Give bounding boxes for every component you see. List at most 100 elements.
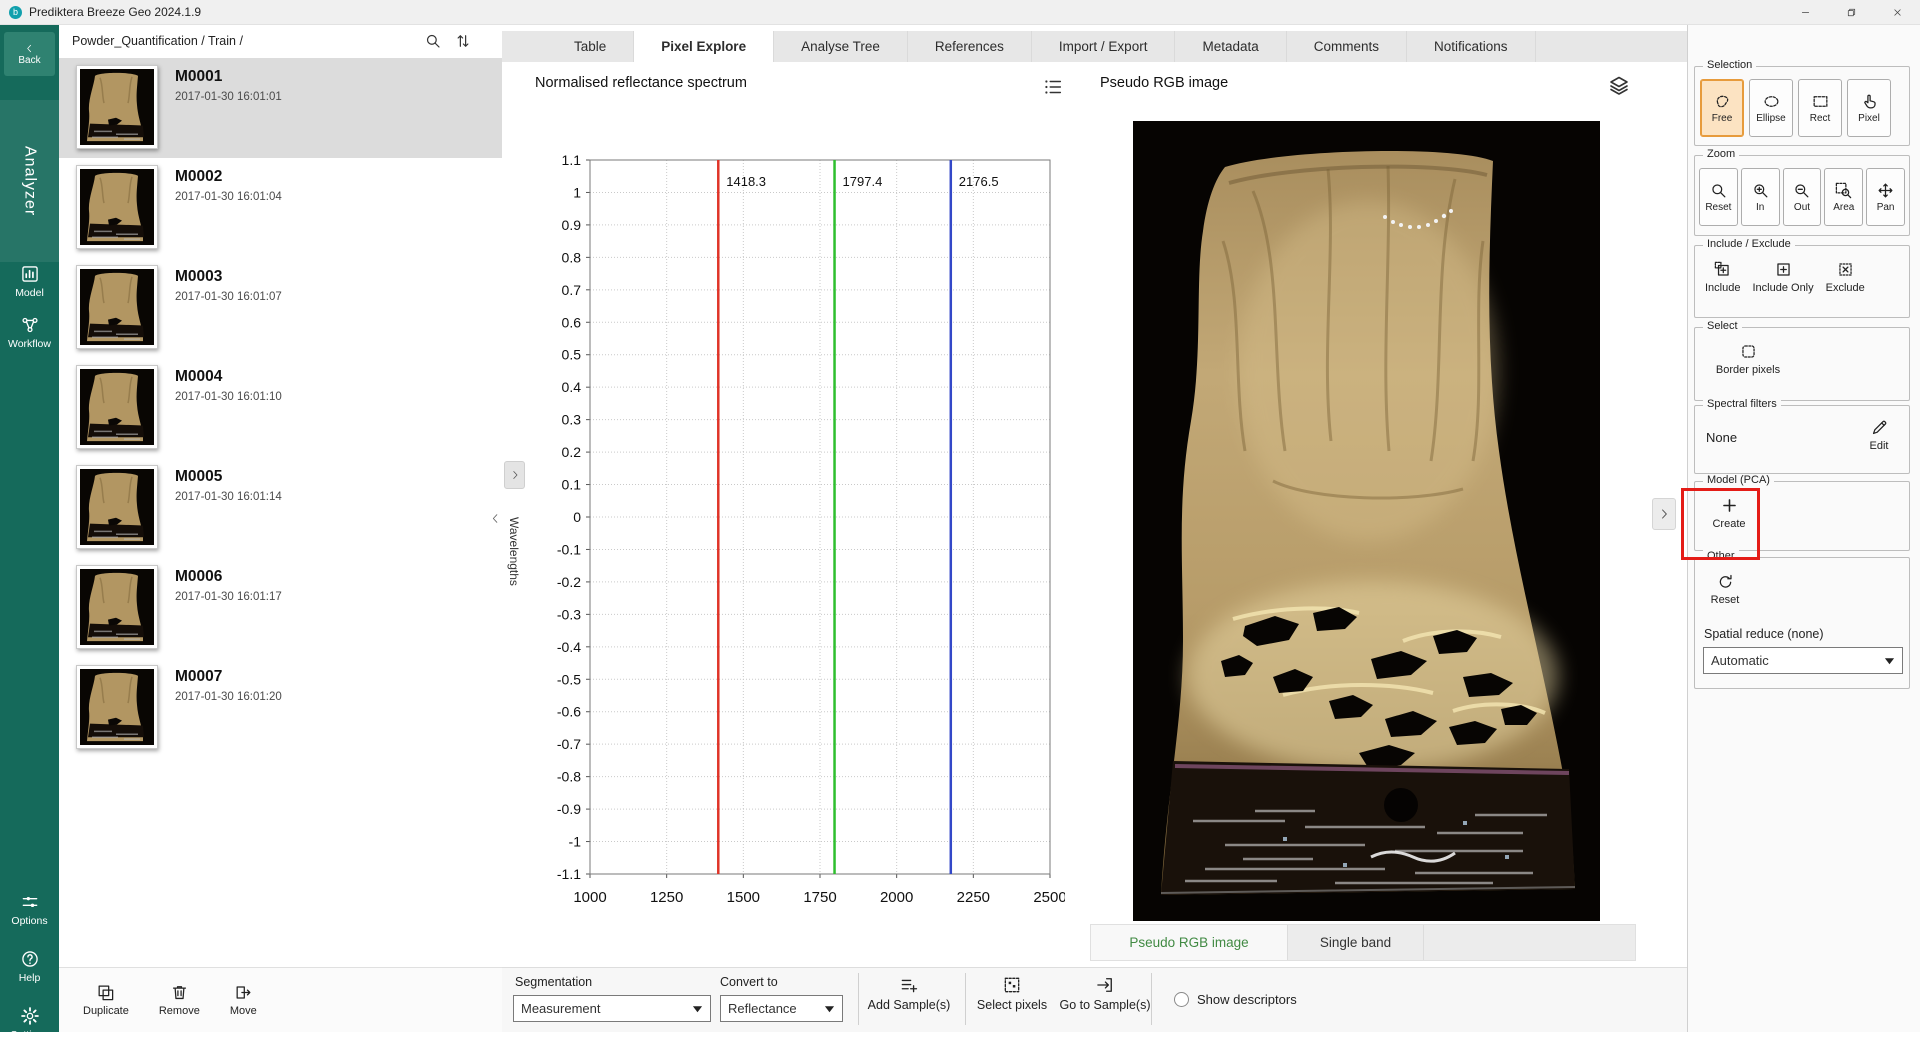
tab-single-band[interactable]: Single band [1288,925,1424,960]
add-samples-icon [899,975,919,995]
tab-notifications[interactable]: Notifications [1407,31,1536,62]
reset-button[interactable]: Reset [1701,572,1749,606]
back-button[interactable]: Back [4,32,55,76]
tab-import-export[interactable]: Import / Export [1032,31,1176,62]
svg-text:-0.7: -0.7 [557,736,581,752]
include-button[interactable]: Include [1705,260,1740,294]
rail-item-analyzer[interactable]: Analyzer [0,100,59,262]
select-pixels-button[interactable]: Select pixels [972,975,1052,1012]
zoom-out-icon [1792,181,1811,200]
tab-metadata[interactable]: Metadata [1175,31,1286,62]
minimize-button[interactable] [1782,0,1828,24]
chevron-left-icon [24,43,35,54]
create-model-button[interactable]: Create [1703,496,1755,530]
sample-name: M0004 [175,368,222,386]
segmentation-dropdown[interactable]: Measurement [513,995,711,1022]
sample-m0003[interactable]: M0003 2017-01-30 16:01:07 [59,258,502,358]
select-group: Select Border pixels [1694,327,1910,401]
titlebar: b Prediktera Breeze Geo 2024.1.9 [0,0,1920,25]
pixel-button[interactable]: Pixel [1847,79,1891,137]
svg-text:1797.4: 1797.4 [843,174,883,189]
pixel-select-icon [1860,92,1879,111]
sample-m0007[interactable]: M0007 2017-01-30 16:01:20 [59,658,502,758]
caret-down-icon [686,1005,703,1013]
sample-m0001[interactable]: M0001 2017-01-30 16:01:01 [59,58,502,158]
tab-bar: TablePixel ExploreAnalyse TreeReferences… [502,31,1687,62]
area-button[interactable]: Area [1824,168,1863,226]
search-icon[interactable] [424,32,442,50]
rect-button[interactable]: Rect [1798,79,1842,137]
wavelengths-expand-button[interactable] [504,461,525,489]
analyzer-label: Analyzer [21,146,39,216]
sample-thumbnail [76,665,158,749]
tab-references[interactable]: References [908,31,1032,62]
tab-analyse-tree[interactable]: Analyse Tree [774,31,908,62]
spectral-filters-group: Spectral filters None Edit [1694,405,1910,474]
convert-to-dropdown[interactable]: Reflectance [720,995,843,1022]
plus-icon [1720,496,1739,515]
border-pixels-button[interactable]: Border pixels [1703,342,1793,376]
rail-item-model[interactable]: Model [0,264,59,299]
sort-icon[interactable] [454,32,472,50]
svg-text:0.9: 0.9 [562,217,582,233]
in-button[interactable]: In [1741,168,1780,226]
breadcrumb[interactable]: Powder_Quantification / Train / [72,34,243,48]
add-samples-button[interactable]: Add Sample(s) [863,975,955,1012]
out-button[interactable]: Out [1783,168,1822,226]
spatial-reduce-dropdown[interactable]: Automatic [1703,647,1903,674]
svg-text:1500: 1500 [727,889,760,906]
show-descriptors-toggle[interactable]: Show descriptors [1174,992,1297,1007]
tab-comments[interactable]: Comments [1287,31,1407,62]
collapse-tools-panel-button[interactable] [1652,498,1676,530]
svg-text:0.8: 0.8 [562,249,582,265]
sample-m0002[interactable]: M0002 2017-01-30 16:01:04 [59,158,502,258]
maximize-button[interactable] [1828,0,1874,24]
move-button[interactable]: Move [230,983,257,1017]
rail-item-settings[interactable]: Settings [0,1006,59,1041]
sample-m0005[interactable]: M0005 2017-01-30 16:01:14 [59,458,502,558]
svg-text:0.4: 0.4 [562,379,582,395]
svg-text:1000: 1000 [573,889,606,906]
wavelengths-tab[interactable]: Wavelengths [503,494,525,609]
sample-timestamp: 2017-01-30 16:01:20 [175,691,282,703]
include-only-button[interactable]: Include Only [1752,260,1813,294]
show-descriptors-radio[interactable] [1174,992,1189,1007]
rail-item-workflow[interactable]: Workflow [0,315,59,350]
pseudo-rgb-image[interactable] [1133,121,1600,921]
sample-thumbnail [76,265,158,349]
rail-item-help[interactable]: Help [0,949,59,984]
exclude-icon [1836,260,1855,279]
exclude-button[interactable]: Exclude [1826,260,1865,294]
goto-samples-button[interactable]: Go to Sample(s) [1057,975,1153,1012]
free-button[interactable]: Free [1700,79,1744,137]
reset-button[interactable]: Reset [1699,168,1738,226]
collapse-panel-button[interactable] [487,503,503,533]
list-icon[interactable] [1042,76,1064,98]
svg-text:-0.8: -0.8 [557,769,581,785]
sample-timestamp: 2017-01-30 16:01:14 [175,491,282,503]
pan-button[interactable]: Pan [1866,168,1905,226]
separator [965,973,966,1025]
sample-timestamp: 2017-01-30 16:01:17 [175,591,282,603]
spectrum-chart[interactable]: 1.110.90.80.70.60.50.40.30.20.10-0.1-0.2… [505,150,1065,930]
ellipse-button[interactable]: Ellipse [1749,79,1793,137]
close-button[interactable] [1874,0,1920,24]
sample-m0006[interactable]: M0006 2017-01-30 16:01:17 [59,558,502,658]
minimize-icon [1800,7,1811,18]
caret-down-icon [818,1005,835,1013]
sample-name: M0007 [175,668,222,686]
selection-group: Selection Free Ellipse Rect Pixel [1694,66,1910,146]
border-pixels-icon [1739,342,1758,361]
sample-name: M0001 [175,68,222,86]
layers-icon[interactable] [1607,74,1631,98]
close-icon [1892,7,1903,18]
remove-button[interactable]: Remove [159,983,200,1017]
sample-m0004[interactable]: M0004 2017-01-30 16:01:10 [59,358,502,458]
tab-table[interactable]: Table [547,31,634,62]
edit-spectral-filters-button[interactable]: Edit [1859,418,1899,452]
duplicate-button[interactable]: Duplicate [83,983,129,1017]
tab-pseudo-rgb-image[interactable]: Pseudo RGB image [1091,925,1288,960]
window-title: Prediktera Breeze Geo 2024.1.9 [29,5,201,19]
tab-pixel-explore[interactable]: Pixel Explore [634,31,774,62]
rail-item-options[interactable]: Options [0,892,59,927]
